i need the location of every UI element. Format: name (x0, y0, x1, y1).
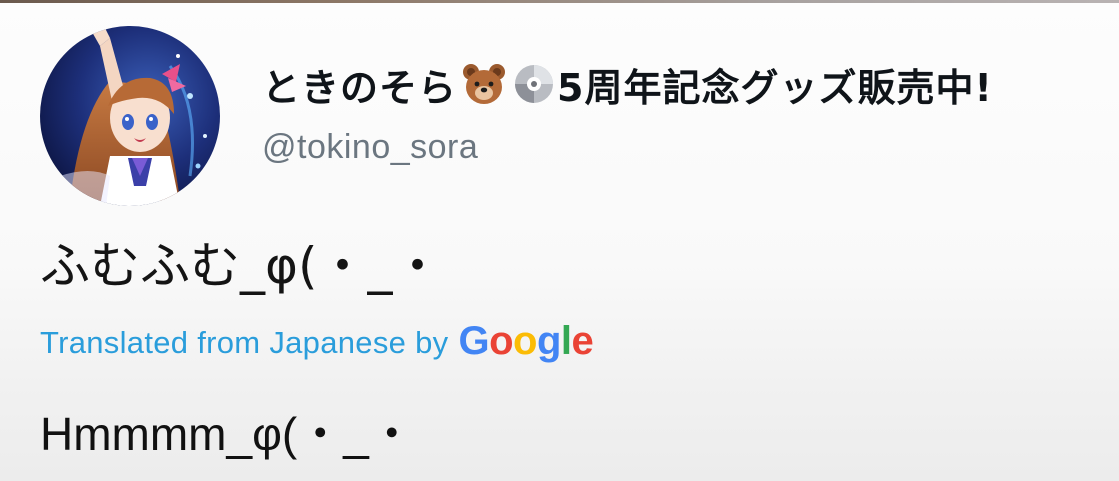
translated-tweet-text: Hmmmm_φ(・_・ (40, 408, 415, 460)
avatar-illustration (40, 26, 220, 206)
optical-disc-icon (515, 65, 554, 103)
display-name-text: ときのそら (262, 65, 458, 110)
display-name-suffix: 5周年記念グッズ販売中! (557, 65, 993, 110)
google-logo: Google (458, 318, 594, 363)
tweet-text: ふむふむ_φ(・_・ (40, 237, 443, 295)
user-handle[interactable]: @tokino_sora (262, 128, 478, 167)
top-edge-strip (0, 0, 1119, 3)
translated-from-label: Translated from Japanese by (40, 325, 449, 360)
bear-face-icon (463, 64, 506, 104)
tweet-screenshot: ときのそら 5周年記念グッズ販売中! @tokino_sora ふむふむ_φ(・… (0, 0, 1119, 481)
profile-avatar[interactable] (40, 26, 220, 206)
display-name[interactable]: ときのそら 5周年記念グッズ販売中! (262, 56, 993, 112)
translation-attribution[interactable]: Translated from Japanese by Google (40, 318, 594, 367)
